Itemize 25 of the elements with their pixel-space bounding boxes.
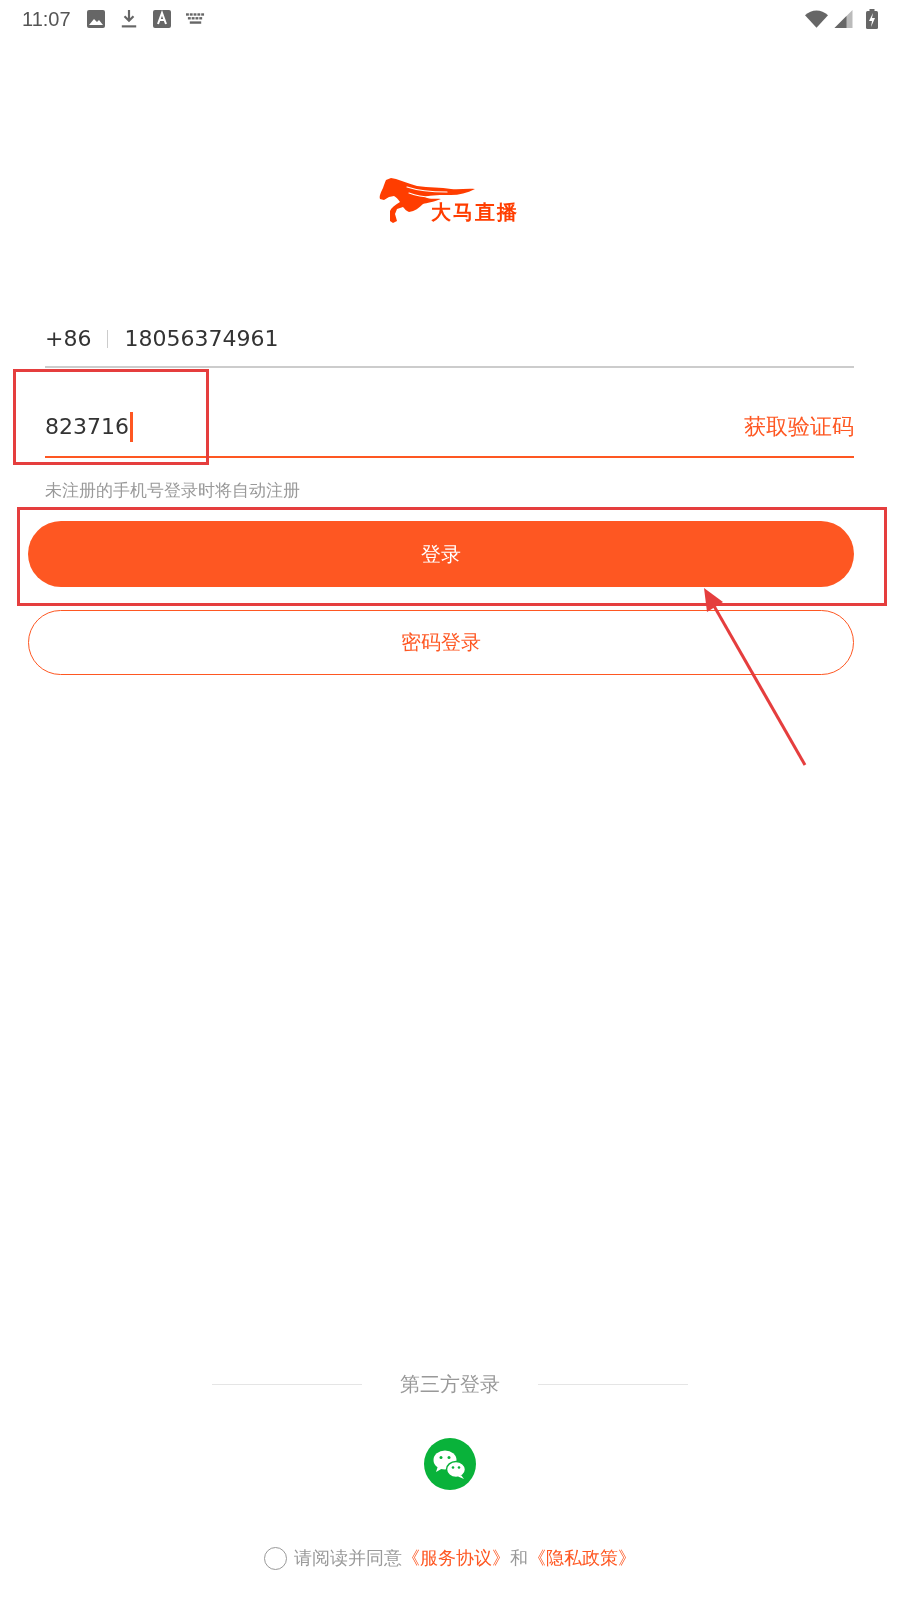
agreement-link[interactable]: 《服务协议》 xyxy=(402,1548,510,1568)
get-code-button[interactable]: 获取验证码 xyxy=(744,412,854,442)
phone-field[interactable]: +86 18056374961 xyxy=(45,315,854,368)
keyboard-icon xyxy=(185,13,205,25)
agreement-link[interactable]: 《隐私政策》 xyxy=(528,1548,636,1568)
password-login-button[interactable]: 密码登录 xyxy=(28,610,854,675)
wifi-icon xyxy=(805,10,828,28)
third-party-title: 第三方登录 xyxy=(400,1371,500,1398)
code-value: 823716 xyxy=(45,413,129,441)
social-login-button[interactable] xyxy=(424,1438,476,1490)
logo-text: 大马直播 xyxy=(430,200,519,224)
code-field[interactable]: 823716 获取验证码 xyxy=(45,368,854,458)
hint-text: 未注册的手机号登录时将自动注册 xyxy=(45,480,301,502)
country-code[interactable]: +86 xyxy=(45,324,92,354)
image-icon xyxy=(86,10,105,28)
text-box-icon xyxy=(152,10,171,28)
phone-number: 18056374961 xyxy=(124,325,279,353)
login-button[interactable]: 登录 xyxy=(28,521,854,587)
battery-charging-icon xyxy=(866,9,878,29)
signal-icon xyxy=(832,10,855,28)
horse-icon xyxy=(378,178,475,223)
agreement-text: 请阅读并同意《服务协议》和《隐私政策》 xyxy=(294,1547,636,1570)
status-time: 11:07 xyxy=(22,7,71,31)
chat-bubbles-icon xyxy=(424,1438,476,1490)
download-icon xyxy=(119,10,138,28)
